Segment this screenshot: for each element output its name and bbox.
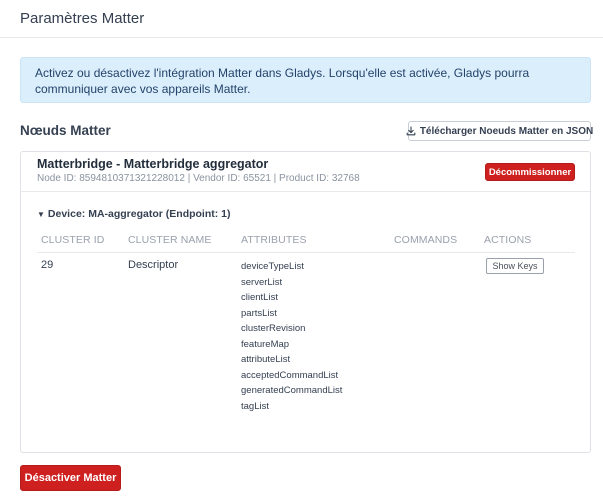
- column-header-actions: ACTIONS: [484, 234, 532, 246]
- column-header-commands: COMMANDS: [394, 234, 458, 246]
- attribute-item: generatedCommandList: [241, 385, 343, 396]
- attribute-item: featureMap: [241, 338, 290, 350]
- column-header-cluster-name: CLUSTER NAME: [128, 234, 212, 246]
- attribute-item: acceptedCommandList: [241, 369, 339, 381]
- device-toggle[interactable]: ▼ Device: MA-aggregator (Endpoint: 1): [37, 208, 231, 220]
- attributes-list: deviceTypeList serverList clientList par…: [241, 259, 342, 414]
- table-header-divider: [37, 252, 575, 253]
- show-keys-button[interactable]: Show Keys: [486, 258, 544, 274]
- attribute-item: serverList: [241, 276, 283, 288]
- node-name: Matterbridge - Matterbridge aggregator: [37, 157, 269, 171]
- download-json-label: Télécharger Noeuds Matter en JSON: [419, 125, 594, 137]
- column-header-cluster-id: CLUSTER ID: [41, 234, 105, 246]
- device-title: Device: MA-aggregator (Endpoint: 1): [47, 208, 231, 220]
- node-meta: Node ID: 8594810371321228012 | Vendor ID…: [37, 173, 360, 184]
- node-card: Matterbridge - Matterbridge aggregator N…: [20, 151, 591, 453]
- cluster-id-cell: 29: [41, 259, 54, 271]
- node-card-header: Matterbridge - Matterbridge aggregator N…: [21, 152, 590, 192]
- attribute-item: partsList: [241, 307, 277, 319]
- page-title: Paramètres Matter: [20, 10, 145, 27]
- decommission-button[interactable]: Décommissionner: [485, 163, 575, 181]
- download-json-button[interactable]: Télécharger Noeuds Matter en JSON: [406, 121, 594, 141]
- attribute-item: deviceTypeList: [241, 261, 304, 272]
- attribute-item: attributeList: [241, 354, 291, 365]
- attribute-item: clusterRevision: [241, 323, 306, 334]
- deactivate-matter-button[interactable]: Désactiver Matter: [20, 465, 121, 491]
- column-header-attributes: ATTRIBUTES: [241, 234, 307, 246]
- attribute-item: clientList: [241, 292, 278, 303]
- info-alert: Activez ou désactivez l'intégration Matt…: [20, 57, 591, 103]
- chevron-down-icon: ▼: [37, 209, 45, 219]
- page-header: Paramètres Matter: [0, 0, 603, 38]
- attribute-item: tagList: [241, 400, 269, 412]
- download-icon: [406, 126, 416, 136]
- cluster-name-cell: Descriptor: [128, 259, 179, 271]
- section-title: Nœuds Matter: [20, 123, 111, 138]
